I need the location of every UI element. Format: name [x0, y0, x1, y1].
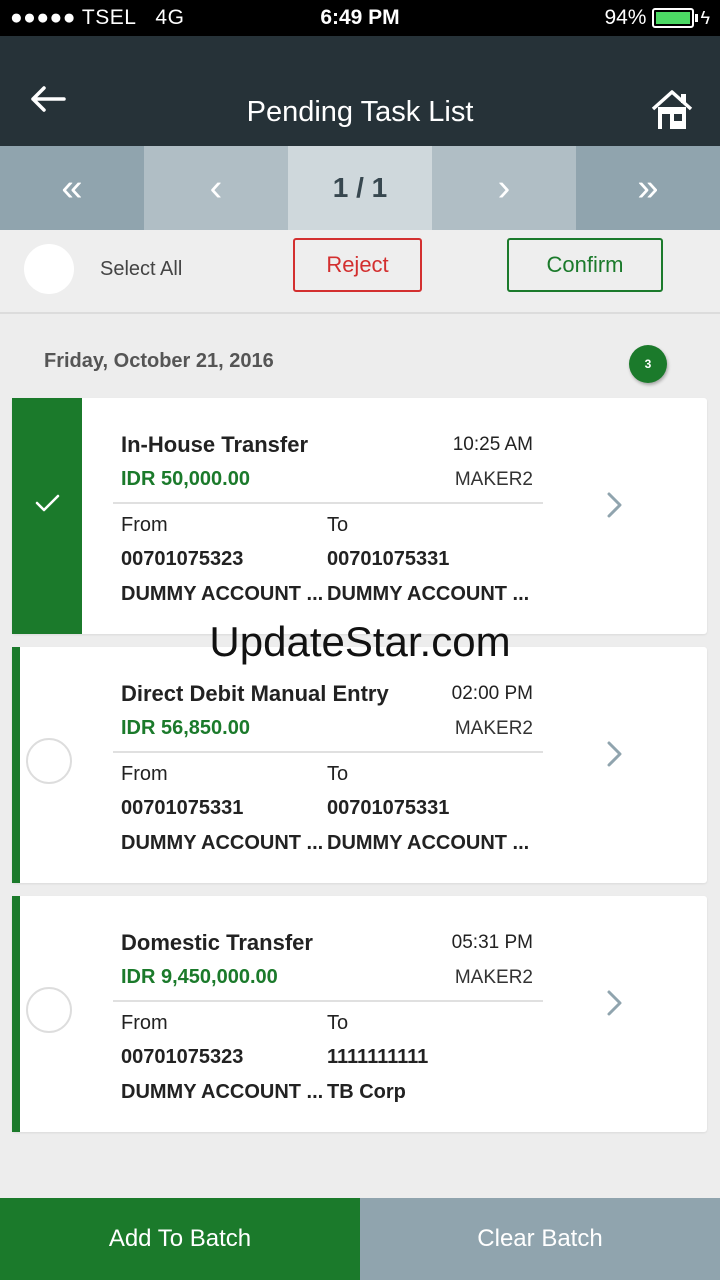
- next-page-button[interactable]: ›: [432, 146, 576, 230]
- clear-batch-button[interactable]: Clear Batch: [360, 1198, 720, 1280]
- home-icon[interactable]: [650, 88, 694, 132]
- from-account: 00701075323: [121, 1046, 244, 1068]
- from-account-name: DUMMY ACCOUNT ...: [121, 832, 324, 854]
- divider: [113, 1000, 543, 1002]
- from-account-name: DUMMY ACCOUNT ...: [121, 1081, 324, 1103]
- to-label: To: [327, 514, 349, 536]
- task-stripe: [12, 896, 20, 1132]
- reject-button[interactable]: Reject: [293, 238, 422, 292]
- from-label: From: [121, 514, 168, 536]
- select-all-checkbox[interactable]: [24, 244, 74, 294]
- to-account-name: DUMMY ACCOUNT ...: [327, 832, 530, 854]
- task-card[interactable]: Domestic Transfer 05:31 PM IDR 9,450,000…: [12, 896, 707, 1132]
- divider: [113, 751, 543, 753]
- task-type: Domestic Transfer: [121, 930, 313, 955]
- page-indicator: 1 / 1: [288, 146, 432, 230]
- to-account: 00701075331: [327, 548, 450, 570]
- prev-page-button[interactable]: ‹: [144, 146, 288, 230]
- select-all-label[interactable]: Select All: [100, 258, 182, 281]
- task-type: In-House Transfer: [121, 432, 309, 457]
- task-time: 02:00 PM: [451, 683, 533, 704]
- divider: [113, 502, 543, 504]
- task-card[interactable]: In-House Transfer 10:25 AM IDR 50,000.00…: [12, 398, 707, 634]
- action-row: Select All Reject Confirm: [0, 230, 720, 314]
- watermark: UpdateStar.com: [209, 618, 511, 665]
- battery-icon: [652, 8, 699, 28]
- battery-percent: 94%: [604, 6, 647, 29]
- task-select-checkbox[interactable]: [26, 738, 72, 784]
- last-page-button[interactable]: »: [576, 146, 720, 230]
- task-count-badge: 3: [629, 345, 667, 383]
- to-label: To: [327, 763, 349, 785]
- task-stripe: [12, 647, 20, 883]
- task-time: 05:31 PM: [451, 932, 533, 953]
- task-amount: IDR 9,450,000.00: [121, 966, 278, 988]
- task-amount: IDR 56,850.00: [121, 717, 250, 739]
- status-bar: ●●●●● TSEL 4G 6:49 PM 94% ϟ: [0, 0, 720, 36]
- charging-icon: ϟ: [700, 7, 710, 28]
- from-label: From: [121, 1012, 168, 1034]
- from-account-name: DUMMY ACCOUNT ...: [121, 583, 324, 605]
- chevron-right-icon[interactable]: [605, 739, 625, 769]
- to-account-name: DUMMY ACCOUNT ...: [327, 583, 530, 605]
- to-label: To: [327, 1012, 349, 1034]
- to-account-name: TB Corp: [327, 1081, 406, 1103]
- bottom-bar: Add To Batch Clear Batch: [0, 1198, 720, 1280]
- page-title: Pending Task List: [246, 96, 474, 128]
- battery-info: 94% ϟ: [604, 6, 710, 30]
- date-group-label: Friday, October 21, 2016: [44, 350, 274, 372]
- from-account: 00701075331: [121, 797, 244, 819]
- task-maker: MAKER2: [454, 718, 533, 739]
- task-maker: MAKER2: [454, 967, 533, 988]
- chevron-right-icon[interactable]: [605, 988, 625, 1018]
- add-to-batch-button[interactable]: Add To Batch: [0, 1198, 360, 1280]
- pagination-bar: « ‹ 1 / 1 › »: [0, 146, 720, 230]
- task-maker: MAKER2: [454, 469, 533, 490]
- checkmark-icon[interactable]: [32, 488, 62, 518]
- from-account: 00701075323: [121, 548, 244, 570]
- to-account: 00701075331: [327, 797, 450, 819]
- task-card[interactable]: Direct Debit Manual Entry 02:00 PM IDR 5…: [12, 647, 707, 883]
- to-account: 1111111111: [327, 1046, 429, 1068]
- task-type: Direct Debit Manual Entry: [121, 681, 389, 706]
- task-select-checkbox[interactable]: [26, 987, 72, 1033]
- from-label: From: [121, 763, 168, 785]
- chevron-right-icon[interactable]: [605, 490, 625, 520]
- app-header: Pending Task List: [0, 36, 720, 146]
- task-amount: IDR 50,000.00: [121, 468, 250, 490]
- confirm-button[interactable]: Confirm: [507, 238, 663, 292]
- first-page-button[interactable]: «: [0, 146, 144, 230]
- task-time: 10:25 AM: [452, 434, 533, 455]
